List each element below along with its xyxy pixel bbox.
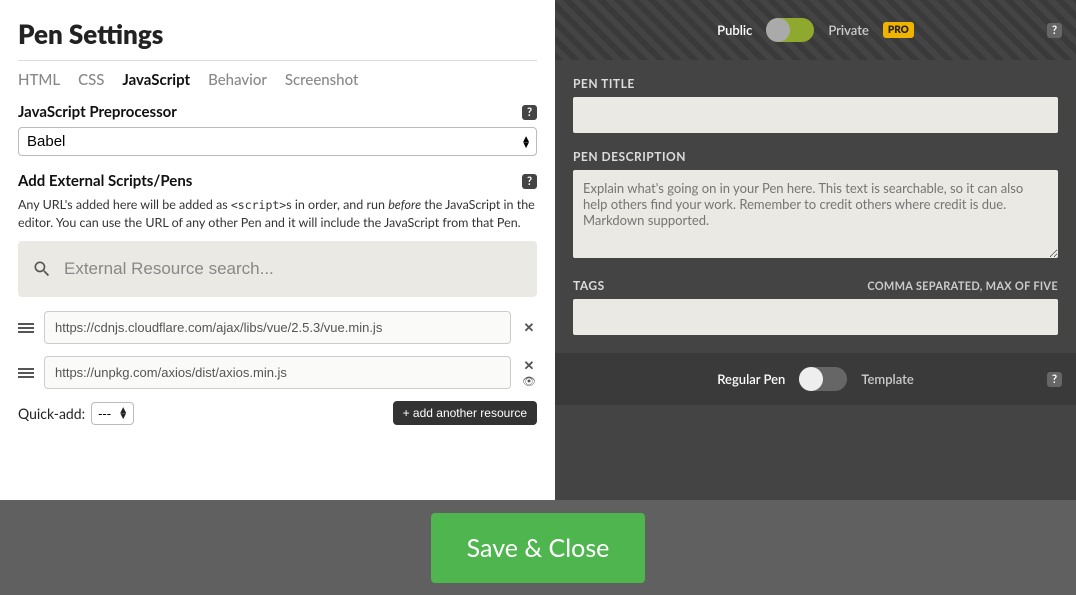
settings-right-panel: Public Private PRO ? PEN TITLE PEN DESCR… xyxy=(555,0,1076,500)
settings-tabs: HTML CSS JavaScript Behavior Screenshot xyxy=(18,60,537,89)
view-resource-icon[interactable]: 👁 xyxy=(522,375,536,388)
resource-row: ✕ 👁 xyxy=(18,356,537,389)
tab-css[interactable]: CSS xyxy=(78,71,104,89)
regular-pen-label: Regular Pen xyxy=(717,371,785,387)
private-label: Private xyxy=(828,22,869,38)
tags-input[interactable] xyxy=(573,299,1058,335)
pen-title-input[interactable] xyxy=(573,97,1058,133)
tab-behavior[interactable]: Behavior xyxy=(208,71,267,89)
remove-resource-icon[interactable]: ✕ xyxy=(524,319,535,336)
external-scripts-label: Add External Scripts/Pens xyxy=(18,172,192,190)
help-icon[interactable]: ? xyxy=(522,174,537,189)
modal-footer: Save & Close xyxy=(0,500,1076,595)
public-label: Public xyxy=(717,22,752,38)
pen-title-label: PEN TITLE xyxy=(573,76,1058,91)
remove-resource-icon[interactable]: ✕ xyxy=(524,357,535,374)
external-search-box[interactable] xyxy=(18,241,537,297)
tab-javascript[interactable]: JavaScript xyxy=(122,71,190,89)
external-search-input[interactable] xyxy=(64,259,523,279)
help-icon[interactable]: ? xyxy=(1047,23,1062,38)
pro-badge: PRO xyxy=(883,22,914,38)
preprocessor-label: JavaScript Preprocessor xyxy=(18,103,177,121)
resource-row: ✕ xyxy=(18,311,537,344)
template-toggle-box: Regular Pen Template ? xyxy=(555,353,1076,405)
drag-handle-icon[interactable] xyxy=(18,323,34,333)
quick-add-label: Quick-add: xyxy=(18,405,85,422)
privacy-toggle[interactable] xyxy=(766,18,814,42)
drag-handle-icon[interactable] xyxy=(18,368,34,378)
resource-url-input[interactable] xyxy=(44,311,511,344)
quick-add-select[interactable]: --- xyxy=(91,402,134,425)
save-close-button[interactable]: Save & Close xyxy=(431,513,646,583)
external-help-text: Any URL's added here will be added as <s… xyxy=(18,196,537,231)
preprocessor-select[interactable]: Babel xyxy=(18,127,537,156)
privacy-toggle-box: Public Private PRO ? xyxy=(555,0,1076,60)
page-title: Pen Settings xyxy=(18,18,537,50)
pen-description-label: PEN DESCRIPTION xyxy=(573,149,1058,164)
template-label: Template xyxy=(861,371,913,387)
help-icon[interactable]: ? xyxy=(1047,372,1062,387)
resource-url-input[interactable] xyxy=(44,356,511,389)
template-toggle[interactable] xyxy=(799,367,847,391)
tags-label: TAGS xyxy=(573,278,605,293)
pen-description-input[interactable] xyxy=(573,170,1058,258)
settings-left-panel: Pen Settings HTML CSS JavaScript Behavio… xyxy=(0,0,555,500)
help-icon[interactable]: ? xyxy=(522,105,537,120)
tab-screenshot[interactable]: Screenshot xyxy=(285,71,359,89)
tags-hint: COMMA SEPARATED, MAX OF FIVE xyxy=(867,280,1058,293)
tab-html[interactable]: HTML xyxy=(18,71,60,89)
search-icon xyxy=(32,259,52,279)
add-resource-button[interactable]: + add another resource xyxy=(393,401,537,425)
